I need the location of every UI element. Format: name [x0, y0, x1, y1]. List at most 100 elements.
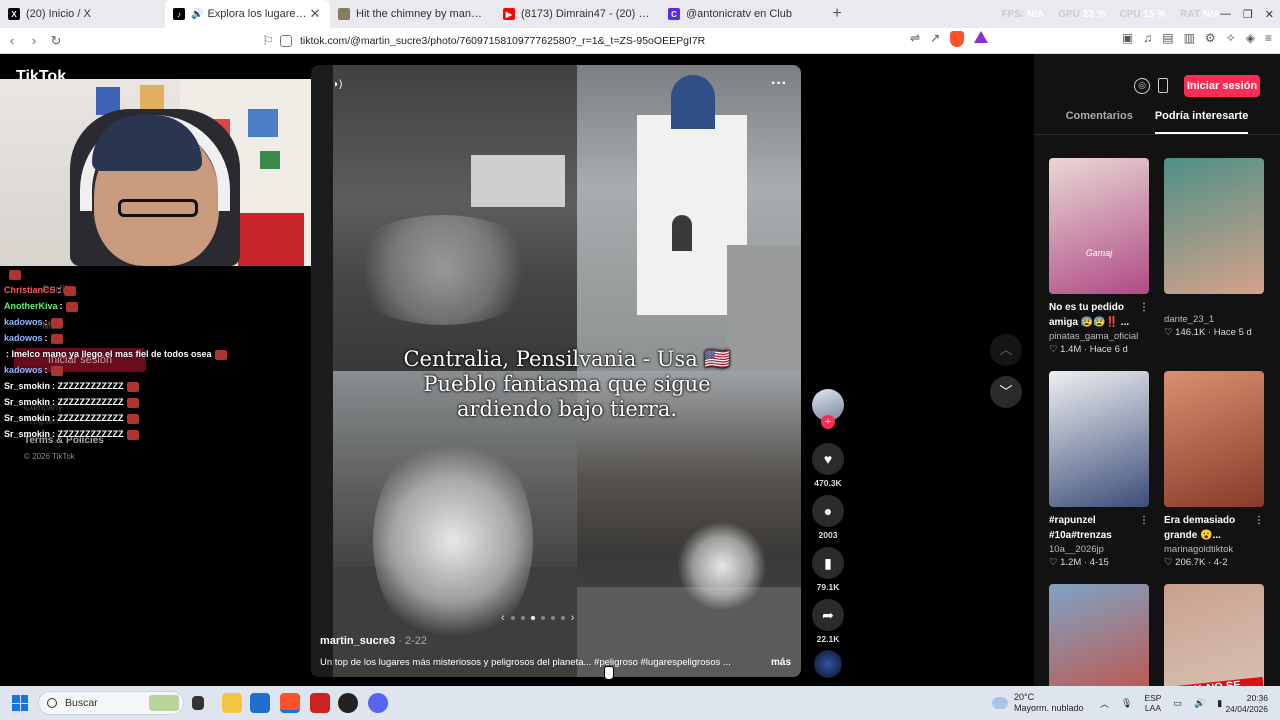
- wallet-icon[interactable]: ▥: [1184, 31, 1195, 45]
- volume-icon[interactable]: 🔊: [1194, 698, 1205, 709]
- photo-carousel[interactable]: ◗) ··· Centralia, Pensilvania - Usa 🇺🇸 P…: [311, 65, 801, 677]
- store-icon[interactable]: [250, 693, 270, 713]
- heart-icon[interactable]: ♥: [812, 443, 844, 475]
- new-tab-button[interactable]: +: [825, 5, 849, 23]
- media-icon[interactable]: ♫: [1143, 31, 1152, 45]
- brave-rewards-icon[interactable]: [974, 31, 989, 43]
- clock[interactable]: 20:36 24/04/2026: [1225, 693, 1268, 715]
- slide-dot[interactable]: [560, 616, 565, 620]
- close-tab-icon[interactable]: ✕: [308, 6, 322, 22]
- network-icon[interactable]: ▭: [1173, 698, 1182, 709]
- tray-chevron-icon[interactable]: ︿: [1100, 697, 1109, 710]
- video-thumbnail[interactable]: [1164, 371, 1264, 507]
- author-name[interactable]: martin_sucre3: [320, 635, 395, 647]
- more-link[interactable]: más: [771, 657, 791, 668]
- video-author[interactable]: 10a__2026jp: [1049, 544, 1149, 555]
- task-view-icon[interactable]: [192, 696, 204, 710]
- ai-icon[interactable]: ✧: [1226, 31, 1236, 45]
- obs-icon[interactable]: [338, 693, 358, 713]
- suggested-video-card[interactable]: ⋮dante_23_1♡ 146.1K · Hace 5 d: [1164, 158, 1264, 338]
- chat-username[interactable]: kadowos: [4, 317, 43, 327]
- comment-action[interactable]: ● 2003: [809, 495, 847, 540]
- battery-icon[interactable]: ▮: [1217, 698, 1222, 709]
- tab-suggestions[interactable]: Podría interesarte: [1154, 110, 1249, 134]
- more-options-icon[interactable]: ···: [771, 75, 787, 93]
- slide-dot[interactable]: [520, 616, 525, 620]
- share-arrow-icon[interactable]: ➦: [812, 599, 844, 631]
- suggested-video-card[interactable]: Gamaj No es tu pedido amiga 😰😰‼️ ... ⋮ pina…: [1049, 158, 1149, 355]
- chat-username[interactable]: ChristianCS: [4, 285, 56, 295]
- next-video-button[interactable]: ﹀: [990, 376, 1022, 408]
- share-action[interactable]: ➦ 22.1K: [809, 599, 847, 644]
- video-title[interactable]: No es tu pedido amiga 😰😰‼️ ... ⋮: [1049, 300, 1149, 330]
- more-options-icon[interactable]: ⋮: [1139, 300, 1149, 315]
- chat-username[interactable]: kadowos: [4, 365, 43, 375]
- tab-chimney[interactable]: Hit the chimney by manceraio: [330, 0, 495, 28]
- slide-dot[interactable]: [530, 616, 535, 620]
- tab-comments[interactable]: Comentarios: [1066, 110, 1133, 134]
- reload-icon[interactable]: ↻: [46, 33, 66, 49]
- bookmark-icon[interactable]: ▮: [812, 547, 844, 579]
- video-author[interactable]: dante_23_1: [1164, 314, 1264, 325]
- sound-icon[interactable]: ◗): [333, 79, 342, 90]
- back-icon[interactable]: ‹: [2, 33, 22, 48]
- app-icon[interactable]: [310, 693, 330, 713]
- previous-video-button[interactable]: ︿: [990, 334, 1022, 366]
- video-title[interactable]: #rapunzel #10a#trenzas ⋮: [1049, 513, 1149, 543]
- vpn-icon[interactable]: ◈: [1246, 31, 1255, 45]
- video-thumbnail[interactable]: Gamaj: [1049, 158, 1149, 294]
- extensions-icon[interactable]: ⚙: [1205, 31, 1216, 45]
- url-field[interactable]: tiktok.com/@martin_sucre3/photo/76097158…: [280, 31, 900, 51]
- taskbar-search[interactable]: Buscar: [38, 691, 184, 715]
- sidebar-toggle-icon[interactable]: ▣: [1122, 31, 1133, 45]
- tab-club[interactable]: C @antonicratv en Club: [660, 0, 825, 28]
- mic-icon[interactable]: 🎙: [1121, 698, 1132, 709]
- windows-start-icon[interactable]: [12, 695, 28, 711]
- brave-shield-icon[interactable]: [950, 31, 965, 47]
- next-slide-icon[interactable]: ›: [571, 612, 575, 624]
- site-info-icon[interactable]: [280, 35, 292, 47]
- login-button[interactable]: Iniciar sesión: [1184, 75, 1260, 97]
- speaker-icon[interactable]: 🔊: [191, 9, 203, 20]
- file-explorer-icon[interactable]: [222, 693, 242, 713]
- chat-username[interactable]: AnotherKiva: [4, 301, 58, 311]
- translate-icon[interactable]: ⇌: [910, 31, 920, 47]
- forward-icon[interactable]: ›: [24, 33, 44, 48]
- follow-plus-icon[interactable]: +: [821, 415, 835, 429]
- slide-dot[interactable]: [540, 616, 545, 620]
- like-action[interactable]: ♥ 470.3K: [809, 443, 847, 488]
- video-author[interactable]: marinagoldtiktok: [1164, 544, 1264, 555]
- reading-list-icon[interactable]: ▤: [1162, 31, 1173, 45]
- tab-x[interactable]: X (20) Inicio / X: [0, 0, 165, 28]
- slide-dot[interactable]: [510, 616, 515, 620]
- minimize-icon[interactable]: —: [1220, 8, 1231, 20]
- more-options-icon[interactable]: ⋮: [1139, 513, 1149, 528]
- close-window-icon[interactable]: ✕: [1265, 8, 1274, 21]
- share-icon[interactable]: ↗: [930, 31, 940, 47]
- weather-widget[interactable]: 20°C Mayorm. nublado: [992, 692, 1084, 714]
- slide-dot[interactable]: [550, 616, 555, 620]
- brave-browser-icon[interactable]: [280, 693, 300, 713]
- suggested-video-card[interactable]: Era demasiado grande 😮... ⋮ marinagoldtikt…: [1164, 371, 1264, 568]
- video-author[interactable]: pinatas_gama_oficial: [1049, 331, 1149, 342]
- music-disc[interactable]: [814, 650, 842, 678]
- bookmark-icon[interactable]: ⚐: [258, 33, 278, 49]
- comment-icon[interactable]: ●: [812, 495, 844, 527]
- video-thumbnail[interactable]: [1164, 158, 1264, 294]
- video-title[interactable]: Era demasiado grande 😮... ⋮: [1164, 513, 1264, 543]
- discord-icon[interactable]: [368, 693, 388, 713]
- more-options-icon[interactable]: ⋮: [1254, 513, 1264, 528]
- prev-slide-icon[interactable]: ‹: [501, 612, 505, 624]
- language-indicator[interactable]: ESP LAA: [1144, 693, 1161, 713]
- suggested-video-card[interactable]: #rapunzel #10a#trenzas ⋮ 10a__2026jp ♡ 1.2M…: [1049, 371, 1149, 568]
- compass-icon[interactable]: ◎: [1134, 78, 1150, 94]
- save-action[interactable]: ▮ 79.1K: [809, 547, 847, 592]
- chat-username[interactable]: Sr_smokin: [4, 429, 50, 439]
- phone-icon[interactable]: [1158, 78, 1168, 93]
- chat-username[interactable]: kadowos: [4, 333, 43, 343]
- chat-username[interactable]: Sr_smokin: [4, 381, 50, 391]
- maximize-icon[interactable]: ❐: [1243, 8, 1253, 21]
- video-thumbnail[interactable]: [1049, 371, 1149, 507]
- chat-username[interactable]: Sr_smokin: [4, 397, 50, 407]
- tab-tiktok[interactable]: ♪ 🔊 Explora los lugares más peligrosos ✕: [165, 0, 330, 28]
